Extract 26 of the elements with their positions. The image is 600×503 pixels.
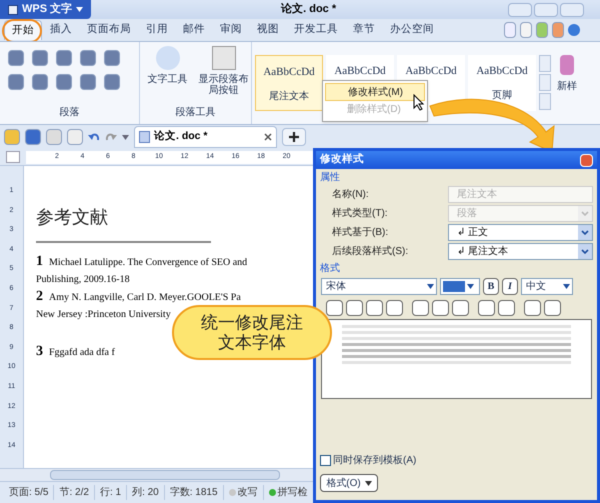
endnote-number: 3 (36, 343, 43, 360)
endnote-text: Amy N. Langville, Carl D. Meyer.GOOLE'S Pa (49, 291, 241, 305)
document-tab-title: 论文. doc * (154, 129, 208, 144)
window-title: 论文. doc * (281, 2, 336, 18)
document-heading: 参考文献 (36, 206, 108, 229)
endnote-text: Publishing, 2009.16-18 (36, 273, 130, 287)
endnote-number: 2 (36, 288, 43, 305)
endnote-text: Fggafd ada dfa f (49, 346, 115, 360)
status-text: 节: 2/2 (59, 486, 89, 500)
section-label: 格式 (319, 262, 341, 276)
status-text: 页面: 5/5 (9, 486, 48, 500)
callout-bubble: 统一修改尾注 文本字体 (172, 305, 332, 360)
field-label: 样式基于(B): (331, 226, 390, 240)
status-text: 字数: 1815 (170, 486, 218, 500)
group-label: 段落 (58, 106, 80, 120)
field-label: 后续段落样式(S): (331, 244, 410, 259)
endnote-number: 1 (36, 253, 43, 270)
status-text: 行: 1 (100, 486, 122, 500)
group-label: 段落工具 (174, 106, 216, 120)
endnote-text: New Jersey :Princeton University (36, 308, 171, 322)
field-label: 样式类型(T): (331, 206, 389, 221)
section-label: 属性 (319, 170, 341, 185)
checkbox-label: 同时保存到模板(A) (333, 454, 416, 468)
field-label: 名称(N): (331, 188, 370, 202)
endnote-text: Michael Latulippe. The Convergence of SEO and (49, 256, 248, 270)
status-text: 列: 20 (132, 486, 159, 500)
